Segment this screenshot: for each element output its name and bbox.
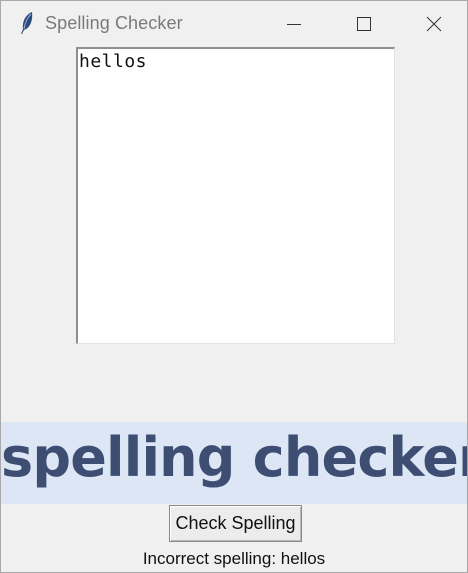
title-bar[interactable]: Spelling Checker <box>1 1 467 46</box>
spelling-text-input[interactable]: hellos <box>76 47 395 344</box>
check-spelling-button[interactable]: Check Spelling <box>169 505 302 542</box>
maximize-button[interactable] <box>340 1 386 46</box>
banner-image: spelling checker <box>1 422 467 504</box>
maximize-icon <box>357 17 371 31</box>
minimize-button[interactable] <box>271 1 317 46</box>
banner-title: spelling checker <box>1 426 468 489</box>
result-label: Incorrect spelling: hellos <box>142 549 326 568</box>
minimize-icon <box>287 24 301 25</box>
feather-icon <box>18 11 36 35</box>
app-window: Spelling Checker hellos spelling checker… <box>0 0 468 573</box>
close-button[interactable] <box>410 1 456 46</box>
close-icon <box>426 16 442 32</box>
window-title: Spelling Checker <box>45 13 183 33</box>
